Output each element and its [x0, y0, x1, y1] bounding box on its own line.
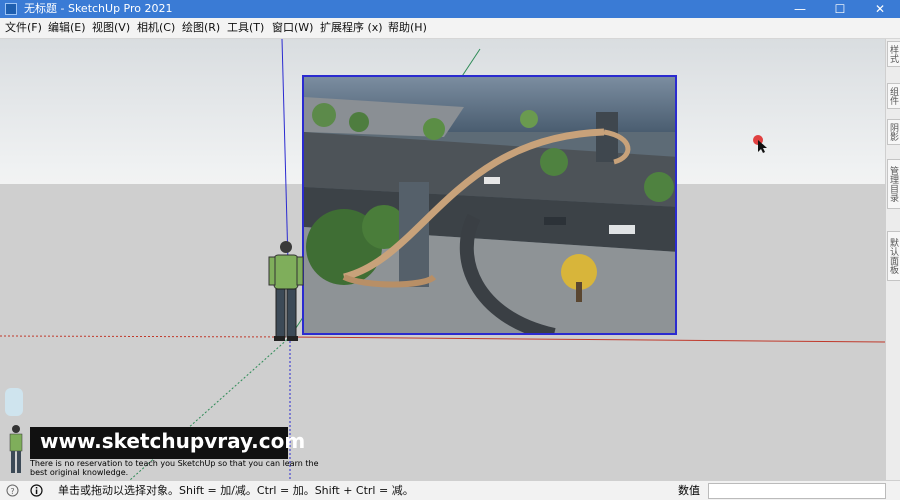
watermark-url: www.sketchupvray.com — [40, 429, 306, 453]
menu-extensions[interactable]: 扩展程序 (x) — [320, 18, 383, 38]
arrow-cursor — [753, 135, 767, 153]
default-tray: 样式 组件 阴影 管理目录 默认面板 — [885, 39, 900, 480]
tray-tab-manage[interactable]: 管理目录 — [887, 159, 900, 209]
drawing-viewport[interactable] — [0, 39, 885, 480]
tray-tab-styles[interactable]: 样式 — [887, 41, 900, 67]
bridge-illustration — [304, 77, 675, 333]
menu-bar: 文件(F) 编辑(E) 视图(V) 相机(C) 绘图(R) 工具(T) 窗口(W… — [0, 18, 900, 39]
tray-tab-components[interactable]: 组件 — [887, 83, 900, 109]
window-title: 无标题 - SketchUp Pro 2021 — [24, 2, 173, 15]
selection-shape — [5, 388, 23, 416]
scale-figure[interactable] — [266, 239, 306, 344]
svg-text:?: ? — [10, 487, 14, 496]
status-message: 单击或拖动以选择对象。Shift = 加/减。Ctrl = 加。Shift + … — [58, 484, 414, 497]
geo-location-icon[interactable]: ? — [6, 484, 19, 497]
menu-edit[interactable]: 编辑(E) — [48, 18, 86, 38]
menu-window[interactable]: 窗口(W) — [272, 18, 313, 38]
red-axis-negative — [0, 335, 291, 338]
menu-help[interactable]: 帮助(H) — [388, 18, 427, 38]
info-icon[interactable] — [30, 484, 43, 497]
value-label: 数值 — [678, 484, 700, 497]
tray-tab-default[interactable]: 默认面板 — [887, 231, 900, 281]
menu-view[interactable]: 视图(V) — [92, 18, 130, 38]
menu-tools[interactable]: 工具(T) — [227, 18, 264, 38]
red-axis — [289, 336, 885, 343]
minimize-button[interactable]: — — [780, 0, 820, 18]
watermark-figure-icon — [9, 425, 23, 473]
maximize-button[interactable]: ☐ — [820, 0, 860, 18]
bridge-rendering-image[interactable] — [302, 75, 677, 335]
menu-camera[interactable]: 相机(C) — [137, 18, 175, 38]
tray-tab-shadows[interactable]: 阴影 — [887, 119, 900, 145]
title-bar: 无标题 - SketchUp Pro 2021 — ☐ ✕ — [0, 0, 900, 18]
status-bar: ? 单击或拖动以选择对象。Shift = 加/减。Ctrl = 加。Shift … — [0, 480, 900, 500]
close-button[interactable]: ✕ — [860, 0, 900, 18]
value-input[interactable] — [708, 483, 886, 499]
sketchup-app-icon — [5, 3, 17, 15]
menu-file[interactable]: 文件(F) — [5, 18, 42, 38]
menu-draw[interactable]: 绘图(R) — [182, 18, 220, 38]
watermark-note: There is no reservation to teach you Ske… — [30, 459, 319, 477]
